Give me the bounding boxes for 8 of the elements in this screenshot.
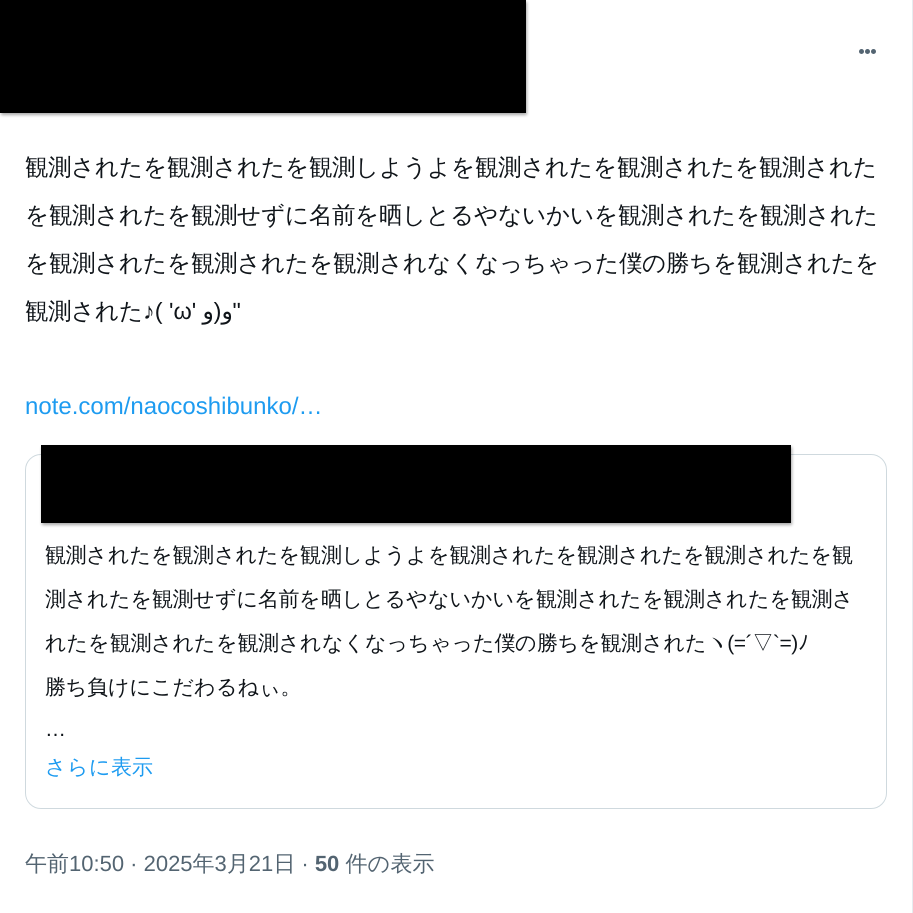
post-text: 観測されたを観測されたを観測しようよを観測されたを観測されたを観測されたを観測されたを観測せずに名前を晒しとるやないかいを観測されたを観測されたを観測されたを観測されたを観測されなくなっちゃった僕の勝ちを観測されたを観測された♪( 'ω' و)و" xyxy=(25,153,880,327)
ellipsis-text: … xyxy=(45,717,66,743)
quote-text: 勝ち負けにこだわるねぃ。 xyxy=(45,675,302,701)
show-more-link[interactable]: さらに表示 xyxy=(45,750,153,786)
post-meta-text: 午前10:50 · 2025年3月21日 · 50 件の表示 xyxy=(25,850,434,878)
quote-text: 観測されたを観測されたを観測しようよを観測されたを観測されたを観測されたを観測されたを観測せずに名前を晒しとるやないかいを観測されたを観測されたを観測されたを観測されたを観測されなくなっちゃった僕の勝ちを観測されたヽ(=´▽`=)ﾉ xyxy=(45,543,855,657)
more-icon xyxy=(859,49,876,54)
post-link[interactable]: note.com/naocoshibunko/… xyxy=(25,383,323,431)
